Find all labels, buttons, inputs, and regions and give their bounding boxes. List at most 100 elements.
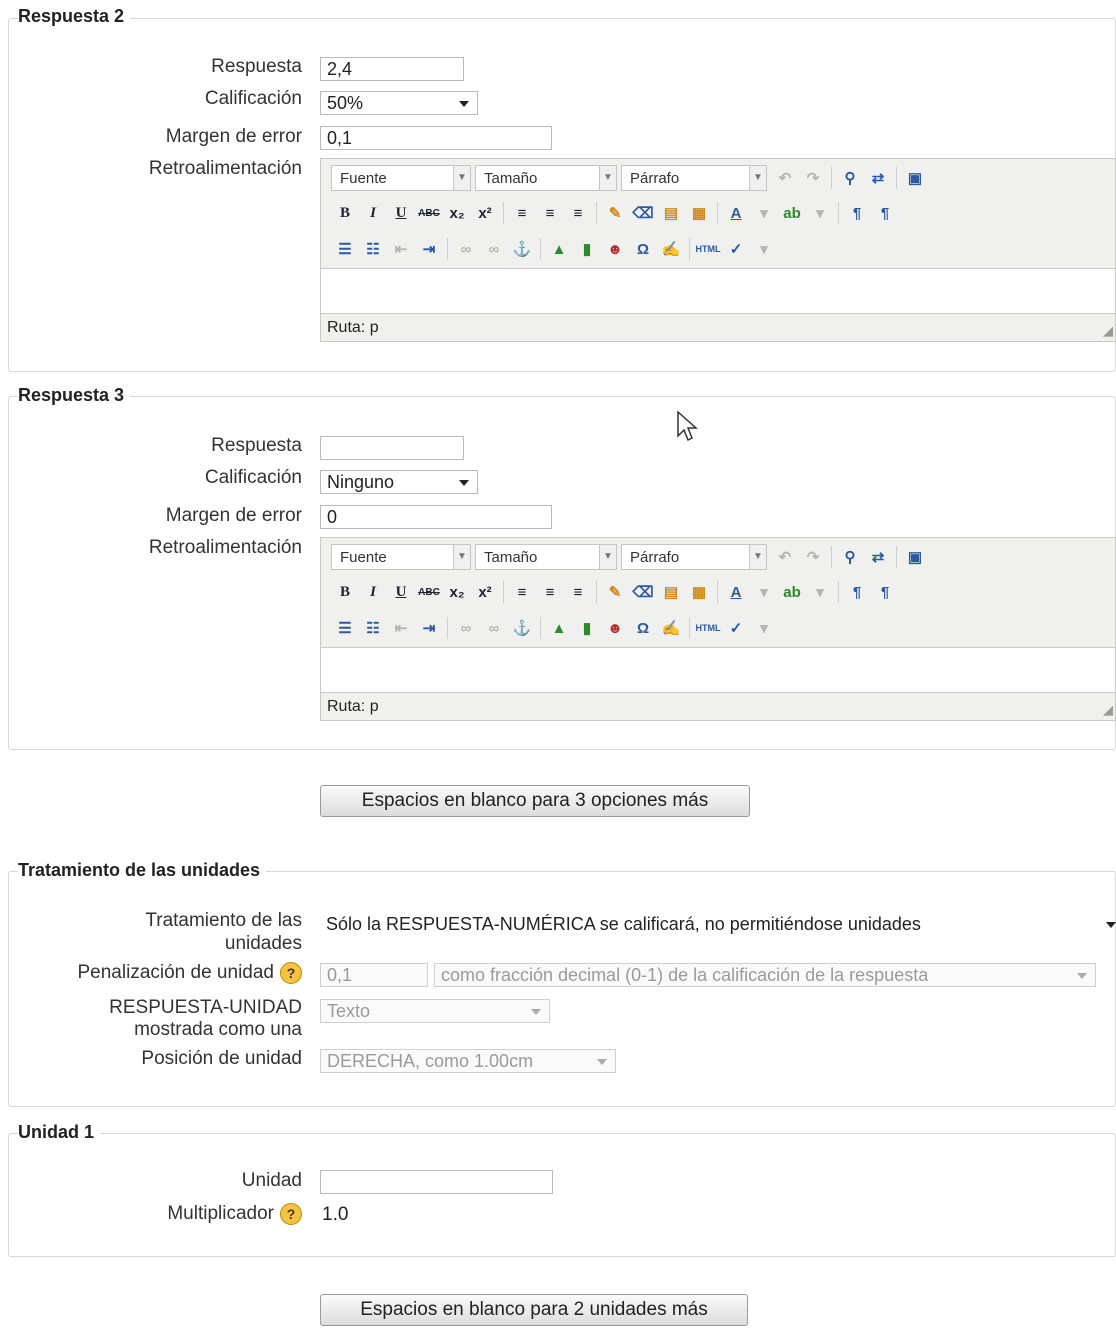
- unit-penalty-input[interactable]: 0,1: [320, 963, 428, 987]
- paragraph-select[interactable]: Párrafo ▼: [621, 165, 767, 191]
- add-more-units-button[interactable]: Espacios en blanco para 2 unidades más: [320, 1294, 748, 1326]
- paste-word-icon[interactable]: ▦: [687, 201, 711, 225]
- special-char-icon[interactable]: Ω: [631, 237, 655, 261]
- answer3-answer-input[interactable]: [320, 436, 464, 460]
- add-more-answers-button[interactable]: Espacios en blanco para 3 opciones más: [320, 785, 750, 817]
- answer3-tolerance-input[interactable]: 0: [320, 505, 552, 529]
- strikethrough-icon[interactable]: ABC: [417, 201, 441, 225]
- anchor-icon[interactable]: ⚓: [510, 616, 534, 640]
- replace-icon[interactable]: ⇄: [866, 545, 890, 569]
- image-icon[interactable]: ▲: [547, 237, 571, 261]
- indent-icon[interactable]: ⇥: [417, 237, 441, 261]
- numbered-list-icon[interactable]: ☷: [361, 237, 385, 261]
- unit-penalty-mode-select[interactable]: como fracción decimal (0-1) de la califi…: [434, 963, 1096, 987]
- font-select[interactable]: Fuente ▼: [331, 165, 471, 191]
- strikethrough-icon[interactable]: ABC: [417, 580, 441, 604]
- underline-icon[interactable]: U: [389, 201, 413, 225]
- special-char-icon[interactable]: Ω: [631, 616, 655, 640]
- align-right-icon[interactable]: ≡: [566, 201, 590, 225]
- bullet-list-icon[interactable]: ☰: [333, 616, 357, 640]
- paste-word-icon[interactable]: ▦: [687, 580, 711, 604]
- media-icon[interactable]: ▮: [575, 616, 599, 640]
- subscript-icon[interactable]: x₂: [445, 580, 469, 604]
- chevron-down-icon[interactable]: ▾: [752, 201, 776, 225]
- superscript-icon[interactable]: x²: [473, 580, 497, 604]
- find-icon[interactable]: ⚲: [838, 166, 862, 190]
- spellcheck-icon[interactable]: ✓: [724, 616, 748, 640]
- help-icon[interactable]: ?: [280, 962, 302, 984]
- spellcheck-icon[interactable]: ✓: [724, 237, 748, 261]
- answer2-tolerance-input[interactable]: 0,1: [320, 126, 552, 150]
- html-icon[interactable]: HTML: [696, 616, 721, 640]
- highlight-color-icon[interactable]: ab: [780, 580, 804, 604]
- rtl-icon[interactable]: ¶: [873, 201, 897, 225]
- help-icon[interactable]: ?: [280, 1203, 302, 1225]
- unit1-unit-input[interactable]: [320, 1170, 553, 1194]
- chevron-down-icon[interactable]: ▾: [808, 201, 832, 225]
- align-left-icon[interactable]: ≡: [510, 580, 534, 604]
- text-color-icon[interactable]: A: [724, 201, 748, 225]
- edit-icon[interactable]: ✍: [659, 616, 683, 640]
- bullet-list-icon[interactable]: ☰: [333, 237, 357, 261]
- bold-icon[interactable]: B: [333, 201, 357, 225]
- underline-icon[interactable]: U: [389, 580, 413, 604]
- resize-grip-icon[interactable]: ◢: [1103, 323, 1113, 339]
- align-center-icon[interactable]: ≡: [538, 580, 562, 604]
- unlink-icon[interactable]: ∞: [482, 237, 506, 261]
- emoticon-icon[interactable]: ☻: [603, 616, 627, 640]
- chevron-down-icon[interactable]: ▾: [752, 616, 776, 640]
- fullscreen-icon[interactable]: ▣: [903, 166, 927, 190]
- media-icon[interactable]: ▮: [575, 237, 599, 261]
- answer2-answer-input[interactable]: 2,4: [320, 57, 464, 81]
- undo-icon[interactable]: ↶: [773, 166, 797, 190]
- outdent-icon[interactable]: ⇤: [389, 616, 413, 640]
- text-color-icon[interactable]: A: [724, 580, 748, 604]
- redo-icon[interactable]: ↷: [801, 166, 825, 190]
- eraser-icon[interactable]: ⌫: [631, 201, 655, 225]
- html-icon[interactable]: HTML: [696, 237, 721, 261]
- align-left-icon[interactable]: ≡: [510, 201, 534, 225]
- answer2-feedback-textarea[interactable]: [321, 268, 1115, 314]
- link-icon[interactable]: ∞: [454, 237, 478, 261]
- size-select[interactable]: Tamaño ▼: [475, 544, 617, 570]
- paste-text-icon[interactable]: ▤: [659, 201, 683, 225]
- outdent-icon[interactable]: ⇤: [389, 237, 413, 261]
- emoticon-icon[interactable]: ☻: [603, 237, 627, 261]
- ltr-icon[interactable]: ¶: [845, 580, 869, 604]
- unit-display-select[interactable]: Texto: [320, 999, 550, 1023]
- align-center-icon[interactable]: ≡: [538, 201, 562, 225]
- paste-text-icon[interactable]: ▤: [659, 580, 683, 604]
- font-select[interactable]: Fuente ▼: [331, 544, 471, 570]
- fullscreen-icon[interactable]: ▣: [903, 545, 927, 569]
- indent-icon[interactable]: ⇥: [417, 616, 441, 640]
- align-right-icon[interactable]: ≡: [566, 580, 590, 604]
- find-icon[interactable]: ⚲: [838, 545, 862, 569]
- superscript-icon[interactable]: x²: [473, 201, 497, 225]
- edit-icon[interactable]: ✍: [659, 237, 683, 261]
- numbered-list-icon[interactable]: ☷: [361, 616, 385, 640]
- subscript-icon[interactable]: x₂: [445, 201, 469, 225]
- bold-icon[interactable]: B: [333, 580, 357, 604]
- unit-position-select[interactable]: DERECHA, como 1.00cm: [320, 1049, 616, 1073]
- units-handling-select[interactable]: Sólo la RESPUESTA-NUMÉRICA se calificará…: [320, 911, 1116, 939]
- anchor-icon[interactable]: ⚓: [510, 237, 534, 261]
- paragraph-select[interactable]: Párrafo ▼: [621, 544, 767, 570]
- answer2-grade-select[interactable]: 50%: [320, 91, 478, 115]
- italic-icon[interactable]: I: [361, 201, 385, 225]
- resize-grip-icon[interactable]: ◢: [1103, 702, 1113, 718]
- answer3-grade-select[interactable]: Ninguno: [320, 470, 478, 494]
- highlight-color-icon[interactable]: ab: [780, 201, 804, 225]
- italic-icon[interactable]: I: [361, 580, 385, 604]
- cleanup-icon[interactable]: ✎: [603, 580, 627, 604]
- cleanup-icon[interactable]: ✎: [603, 201, 627, 225]
- chevron-down-icon[interactable]: ▾: [752, 580, 776, 604]
- rtl-icon[interactable]: ¶: [873, 580, 897, 604]
- answer3-feedback-textarea[interactable]: [321, 647, 1115, 693]
- image-icon[interactable]: ▲: [547, 616, 571, 640]
- replace-icon[interactable]: ⇄: [866, 166, 890, 190]
- eraser-icon[interactable]: ⌫: [631, 580, 655, 604]
- size-select[interactable]: Tamaño ▼: [475, 165, 617, 191]
- undo-icon[interactable]: ↶: [773, 545, 797, 569]
- link-icon[interactable]: ∞: [454, 616, 478, 640]
- ltr-icon[interactable]: ¶: [845, 201, 869, 225]
